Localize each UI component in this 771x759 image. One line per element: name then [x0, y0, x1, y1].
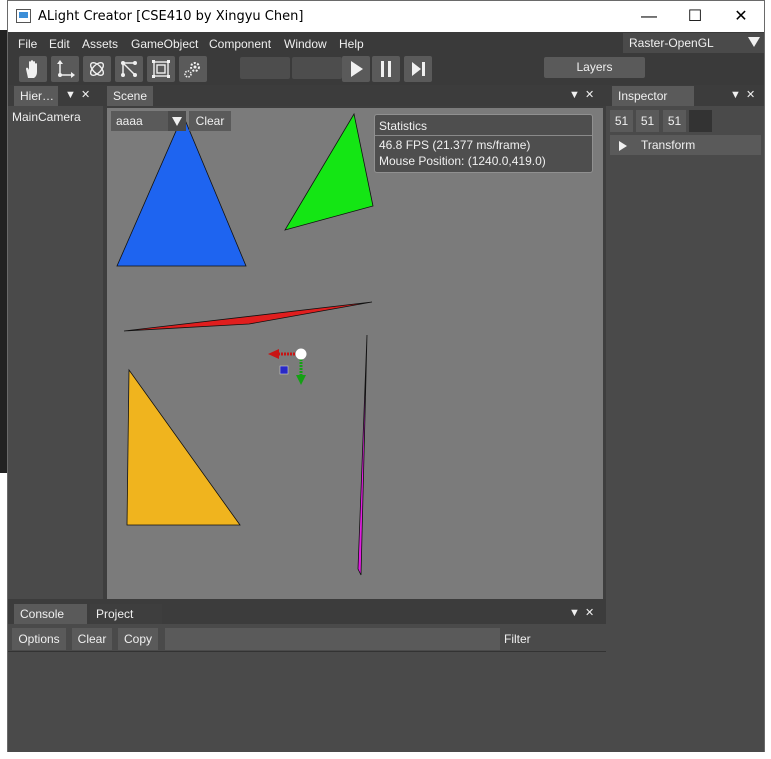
pause-button[interactable] [372, 56, 400, 82]
transform-section[interactable]: Transform [610, 135, 761, 155]
statistics-title: Statistics [379, 119, 428, 133]
mouse-position-readout: Mouse Position: (1240.0,419.0) [379, 154, 546, 168]
yellow-triangle [126, 368, 241, 526]
renderer-select[interactable]: Raster-OpenGL [623, 33, 764, 53]
maximize-button[interactable]: ☐ [672, 1, 718, 32]
statistics-divider [375, 135, 592, 136]
menu-gameobject[interactable]: GameObject [131, 37, 198, 51]
menu-edit[interactable]: Edit [49, 37, 70, 51]
menu-help[interactable]: Help [339, 37, 364, 51]
step-button[interactable] [404, 56, 432, 82]
inspector-tab-menu-icon[interactable]: ▼ [730, 89, 741, 101]
title-bar: ALight Creator [CSE410 by Xingyu Chen] —… [8, 1, 764, 32]
chevron-down-icon [748, 37, 760, 47]
tab-console[interactable]: Console [14, 604, 87, 624]
green-triangle [284, 112, 374, 231]
transform-label: Transform [641, 138, 696, 152]
scene-tab-close-icon[interactable]: ✕ [585, 88, 594, 101]
hierarchy-item-maincamera[interactable]: MainCamera [12, 110, 81, 124]
scene-tab-menu-icon[interactable]: ▼ [569, 89, 580, 101]
settings-tool-button[interactable] [179, 56, 207, 82]
expand-arrow-icon [619, 141, 627, 151]
menu-assets[interactable]: Assets [82, 37, 118, 51]
hand-icon [26, 60, 37, 78]
console-filter-label: Filter [504, 632, 531, 646]
tab-hierarchy[interactable]: Hier… [14, 86, 58, 106]
console-divider [8, 651, 606, 652]
hand-tool-button[interactable] [19, 56, 47, 82]
scale-icon [121, 61, 137, 77]
inspector-panel [606, 106, 764, 752]
app-icon [16, 9, 31, 23]
scene-canvas [116, 112, 374, 576]
menu-component[interactable]: Component [209, 37, 271, 51]
console-copy-button[interactable]: Copy [118, 628, 158, 650]
scale-tool-button[interactable] [115, 56, 143, 82]
toolbar-field-2[interactable] [292, 57, 342, 79]
hierarchy-panel: MainCamera [8, 106, 103, 599]
window-title: ALight Creator [CSE410 by Xingyu Chen] [38, 9, 304, 24]
tab-project[interactable]: Project [90, 604, 162, 624]
magenta-sliver [357, 334, 368, 576]
rotate-tool-button[interactable] [83, 56, 111, 82]
scene-dropdown-value: aaaa [116, 114, 143, 128]
menu-file[interactable]: File [18, 37, 37, 51]
tab-scene[interactable]: Scene [107, 86, 153, 106]
pause-icon [381, 61, 391, 77]
rect-tool-button[interactable] [147, 56, 175, 82]
console-tab-menu-icon[interactable]: ▼ [569, 607, 580, 619]
scene-clear-button[interactable]: Clear [189, 111, 231, 131]
step-icon [412, 62, 425, 76]
console-clear-button[interactable]: Clear [72, 628, 112, 650]
move-tool-button[interactable] [51, 56, 79, 82]
close-button[interactable]: ✕ [718, 1, 764, 32]
play-button[interactable] [342, 56, 370, 82]
red-sliver [123, 301, 373, 332]
color-r-field[interactable]: 51 [610, 110, 633, 132]
menu-window[interactable]: Window [284, 37, 327, 51]
blue-triangle [116, 113, 247, 267]
color-g-field[interactable]: 51 [636, 110, 659, 132]
scene-dropdown[interactable]: aaaa [111, 111, 186, 131]
rotate-icon [89, 61, 105, 77]
renderer-label: Raster-OpenGL [629, 36, 714, 50]
play-icon [351, 61, 363, 77]
settings-icon [184, 62, 200, 78]
chevron-down-icon [168, 111, 186, 131]
color-b-field[interactable]: 51 [663, 110, 686, 132]
scene-viewport[interactable]: aaaa Clear Statistics 46.8 FPS (21.377 m… [107, 108, 603, 599]
layers-button[interactable]: Layers [544, 57, 645, 78]
console-options-button[interactable]: Options [12, 628, 66, 650]
statistics-overlay: Statistics 46.8 FPS (21.377 ms/frame) Mo… [374, 114, 593, 173]
minimize-button[interactable]: — [626, 1, 672, 32]
console-tab-close-icon[interactable]: ✕ [585, 606, 594, 619]
tab-inspector[interactable]: Inspector [612, 86, 694, 106]
color-swatch[interactable] [689, 110, 712, 132]
rect-icon [152, 60, 170, 78]
move-icon [57, 60, 75, 78]
fps-readout: 46.8 FPS (21.377 ms/frame) [379, 138, 531, 152]
inspector-tab-close-icon[interactable]: ✕ [746, 88, 755, 101]
tab-menu-icon[interactable]: ▼ [65, 89, 76, 101]
transform-gizmo [268, 348, 307, 385]
toolbar-field-1[interactable] [240, 57, 290, 79]
console-filter-input[interactable] [165, 628, 500, 650]
tab-close-icon[interactable]: ✕ [81, 88, 90, 101]
app-window: ALight Creator [CSE410 by Xingyu Chen] —… [7, 0, 765, 752]
toolbar: Layers [8, 54, 764, 85]
